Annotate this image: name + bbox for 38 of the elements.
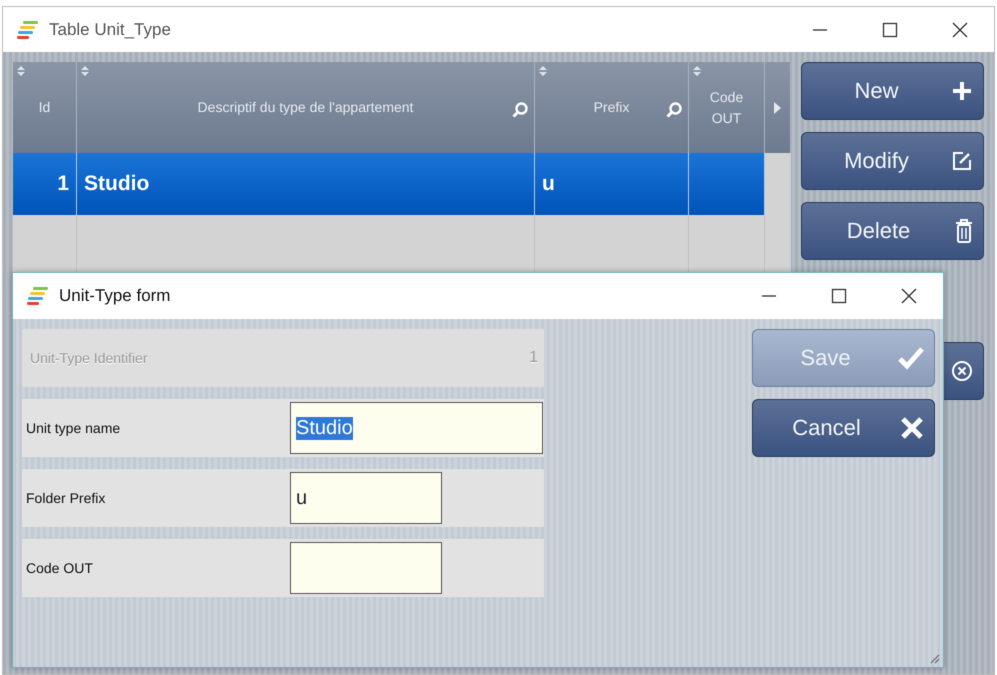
sort-icon[interactable] (81, 66, 89, 76)
field-value: 1 (529, 349, 538, 367)
app-logo-icon (27, 286, 49, 306)
resize-grip-icon[interactable] (928, 652, 940, 664)
sort-icon[interactable] (539, 66, 547, 76)
field-label: Folder Prefix (26, 490, 106, 506)
close-circle-icon (951, 360, 973, 382)
plus-icon (951, 80, 973, 102)
scroll-right-icon[interactable] (774, 102, 781, 114)
maximize-icon[interactable] (831, 288, 847, 304)
cross-icon (900, 416, 924, 440)
dialog-title: Unit-Type form (59, 286, 172, 306)
input-field[interactable]: u (290, 472, 442, 524)
edit-icon (951, 150, 973, 172)
check-icon (898, 346, 924, 370)
close-icon[interactable] (952, 22, 968, 38)
input-field[interactable] (290, 542, 442, 594)
table-cell: u (542, 172, 555, 196)
sort-icon[interactable] (17, 66, 25, 76)
trash-icon (955, 219, 973, 243)
search-icon[interactable] (666, 102, 682, 118)
window-title: Table Unit_Type (49, 20, 172, 40)
field-label: Unit-Type Identifier (30, 350, 148, 366)
table-row[interactable]: 1 Studio u (13, 153, 765, 215)
table-cell: Studio (84, 172, 150, 196)
table-cell: 1 (57, 172, 69, 196)
action-button[interactable]: Cancel (752, 399, 935, 457)
maximize-icon[interactable] (882, 22, 898, 38)
action-button[interactable]: Delete (801, 202, 984, 260)
app-logo-icon (17, 20, 39, 40)
close-icon[interactable] (901, 288, 917, 304)
field-label: Code OUT (26, 560, 94, 576)
action-button[interactable]: Modify (801, 132, 984, 190)
input-field[interactable]: Studio (290, 402, 543, 454)
sort-icon[interactable] (693, 66, 701, 76)
action-button[interactable]: New (801, 62, 984, 120)
field-label: Unit type name (26, 420, 122, 436)
search-icon[interactable] (512, 102, 528, 118)
